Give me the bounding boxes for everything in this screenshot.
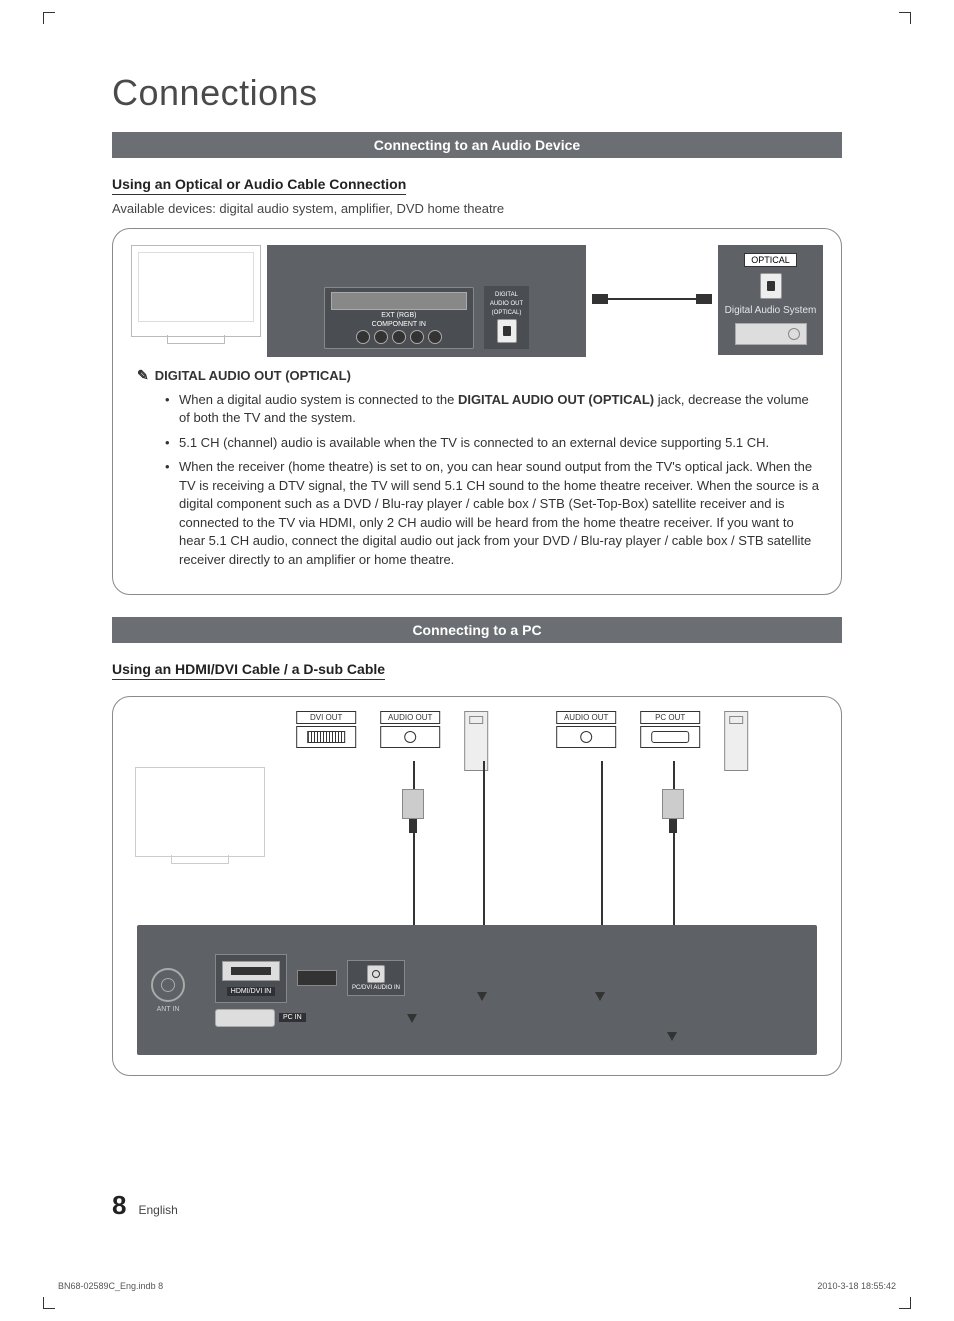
tv-front-illustration — [131, 245, 261, 337]
audio-out-group-1: AUDIO OUT — [380, 711, 440, 748]
pc-dvi-audio-block: PC/DVI AUDIO IN — [347, 960, 405, 996]
dvi-out-jack-icon — [296, 726, 356, 748]
page-footer: 8 English — [112, 1190, 178, 1221]
optical-label-1: DIGITAL — [495, 292, 518, 298]
optical-label-3: (OPTICAL) — [492, 310, 522, 316]
audio-out-jack-icon-1 — [380, 726, 440, 748]
bleed-timestamp: 2010-3-18 18:55:42 — [817, 1281, 896, 1291]
audio-out-label-2: AUDIO OUT — [556, 711, 616, 724]
section-bar-audio: Connecting to an Audio Device — [112, 132, 842, 158]
note-item-3: When the receiver (home theatre) is set … — [165, 455, 823, 572]
pc-in-label: PC IN — [279, 1013, 306, 1022]
available-devices-text: Available devices: digital audio system,… — [112, 201, 842, 216]
comp-in-label: COMPONENT IN — [372, 321, 426, 328]
pc-in-row: PC IN — [215, 1009, 306, 1027]
bleed-file: BN68-02589C_Eng.indb 8 — [58, 1281, 163, 1291]
tv-bottom-panel: ANT IN HDMI/DVI IN PC/DVI AUDIO IN — [137, 925, 817, 1055]
pc-in-port-icon — [215, 1009, 275, 1027]
arrow-icon — [595, 992, 605, 1001]
subheading-optical: Using an Optical or Audio Cable Connecti… — [112, 176, 406, 195]
page-language: English — [138, 1203, 177, 1217]
arrow-icon — [407, 1014, 417, 1023]
page-number: 8 — [112, 1190, 126, 1221]
dvi-out-label: DVI OUT — [296, 711, 356, 724]
ext-rgb-label: EXT (RGB) — [381, 312, 416, 319]
digital-audio-system-box: OPTICAL Digital Audio System — [718, 245, 823, 355]
pc-dvi-audio-label: PC/DVI AUDIO IN — [352, 985, 400, 991]
ant-in-port-icon — [151, 968, 185, 1002]
pc-out-group: PC OUT — [640, 711, 700, 748]
diagram-pc-card: DVI OUT AUDIO OUT AUDIO OUT PC OUT — [112, 696, 842, 1076]
optical-label-2: AUDIO OUT — [490, 301, 523, 307]
notes-list: When a digital audio system is connected… — [131, 388, 823, 572]
pc-out-jack-icon — [640, 726, 700, 748]
hdmi-dvi-label: HDMI/DVI IN — [227, 987, 275, 996]
tv-rear-panel: EXT (RGB) COMPONENT IN DIGITAL AUDIO OUT… — [267, 245, 586, 357]
bleed-footer: BN68-02589C_Eng.indb 8 2010-3-18 18:55:4… — [58, 1281, 896, 1291]
subheading-pc: Using an HDMI/DVI Cable / a D-sub Cable — [112, 661, 385, 680]
audio-out-group-2: AUDIO OUT — [556, 711, 616, 748]
optical-cable — [592, 285, 712, 313]
section-bar-pc: Connecting to a PC — [112, 617, 842, 643]
dvi-connector-icon — [391, 775, 435, 833]
note-item-2: 5.1 CH (channel) audio is available when… — [165, 431, 823, 455]
hdmi-dvi-block: HDMI/DVI IN — [215, 954, 287, 1003]
ext-optical-label: OPTICAL — [744, 253, 797, 267]
note-heading-text: DIGITAL AUDIO OUT (OPTICAL) — [155, 368, 351, 383]
ext-rgb-port: EXT (RGB) COMPONENT IN — [324, 287, 474, 349]
pc-tower-icon-2 — [724, 711, 748, 771]
dvi-out-group: DVI OUT — [296, 711, 356, 748]
ext-device-name: Digital Audio System — [725, 305, 817, 317]
arrow-icon — [477, 992, 487, 1001]
usb-port-icon — [297, 970, 337, 986]
tv-front-illustration-2 — [135, 767, 265, 857]
ant-in-label: ANT IN — [157, 1006, 180, 1013]
diagram-audio-card: EXT (RGB) COMPONENT IN DIGITAL AUDIO OUT… — [112, 228, 842, 595]
audio-out-jack-icon-2 — [556, 726, 616, 748]
arrow-icon — [667, 1032, 677, 1041]
vga-connector-icon — [651, 775, 695, 833]
chapter-title: Connections — [112, 72, 842, 114]
optical-out-port: DIGITAL AUDIO OUT (OPTICAL) — [484, 286, 529, 349]
pc-out-label: PC OUT — [640, 711, 700, 724]
note-item-1: When a digital audio system is connected… — [165, 388, 823, 431]
note-icon: ✎ — [137, 367, 149, 384]
audio-out-label-1: AUDIO OUT — [380, 711, 440, 724]
